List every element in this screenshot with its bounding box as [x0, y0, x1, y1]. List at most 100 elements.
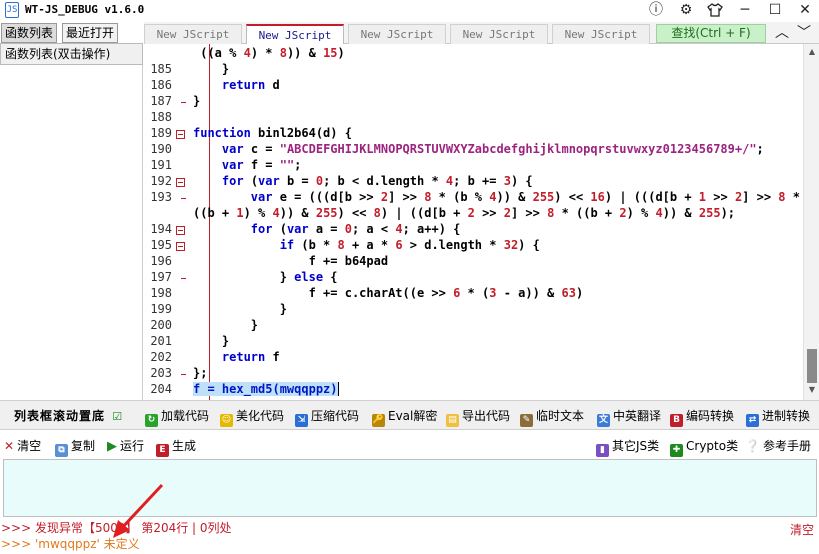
code-line[interactable]: for (var a = 0; a < 4; a++) { — [193, 222, 461, 236]
other-js-button[interactable]: ▮ 其它JS类 — [596, 437, 659, 457]
find-button[interactable]: 查找(Ctrl + F) — [656, 24, 766, 43]
code-line[interactable]: return d — [193, 78, 280, 92]
error-status-line: >>> 发现异常【5009】 第204行 | 0列处 — [1, 521, 232, 535]
editor-tab[interactable]: New JScript — [144, 24, 242, 44]
info-icon[interactable]: ⓘ — [644, 0, 668, 20]
code-line[interactable]: } — [193, 94, 200, 108]
close-button[interactable]: ✕ — [793, 0, 817, 20]
manual-button[interactable]: ❔ 参考手册 — [745, 437, 811, 455]
editor-tab[interactable]: New JScript — [450, 24, 548, 44]
shirt-icon[interactable] — [703, 0, 727, 20]
scroll-down-icon[interactable]: ▼ — [804, 384, 819, 396]
copy-label: 复制 — [71, 439, 96, 453]
code-line[interactable]: var f = ""; — [193, 158, 302, 172]
fold-toggle-icon[interactable] — [176, 178, 185, 187]
load-code-button[interactable]: ↻ 加载代码 — [145, 407, 210, 427]
translate-button[interactable]: 文中英翻译 — [597, 407, 662, 427]
vertical-scrollbar[interactable]: ▲ ▼ — [803, 44, 819, 400]
console-toolbar: ✕ 清空 ⧉ 复制 ▶ 运行 E 生成 ▮ 其它JS类 ✚ Crypto类 ❔ 参考手册 — [0, 431, 819, 459]
beautify-code-button[interactable]: ☺ 美化代码 — [220, 407, 284, 427]
translate-icon: 文 — [597, 414, 610, 427]
editor-tab[interactable]: New JScript — [348, 24, 446, 44]
compress-code-label: 压缩代码 — [311, 409, 360, 423]
temp-text-button[interactable]: ✎ 临时文本 — [520, 407, 584, 427]
highlighted-code-line[interactable]: f = hex_md5(mwqqppz) — [193, 382, 339, 396]
tab-recent-open[interactable]: 最近打开 — [62, 23, 119, 43]
code-line[interactable]: ((b + 1) % 4)) & 255) << 8) | ((d[b + 2 … — [193, 206, 735, 220]
load-code-label: 加载代码 — [161, 409, 210, 423]
editor-tab-active[interactable]: New JScript — [246, 24, 344, 44]
maximize-button[interactable]: ☐ — [763, 0, 787, 20]
code-line[interactable]: if (b * 8 + a * 6 > d.length * 32) { — [193, 238, 540, 252]
code-line[interactable]: ((a % 4) * 8)) & 15) — [193, 46, 345, 60]
fold-end-marker — [181, 278, 186, 279]
beautify-icon: ☺ — [220, 414, 233, 427]
chevron-down-icon[interactable]: ﹀ — [794, 23, 814, 43]
translate-label: 中英翻译 — [613, 409, 662, 423]
code-editor[interactable]: 185 186 187 188 189 190 191 192 193 194 195 196 197 1… — [144, 44, 803, 400]
code-line[interactable]: var e = (((d[b >> 2] >> 8 * (b % 4)) & 2… — [193, 190, 800, 204]
code-line[interactable]: }; — [193, 366, 207, 380]
code-line[interactable]: for (var b = 0; b < d.length * 4; b += 3… — [193, 174, 533, 188]
code-line[interactable]: } — [193, 334, 229, 348]
code-line[interactable]: } else { — [193, 270, 338, 284]
line-number: 189 — [150, 126, 172, 140]
scroll-bottom-label: 列表框滚动置底 — [14, 409, 106, 423]
clear-status-link[interactable]: 清空 — [790, 521, 814, 538]
line-number: 191 — [150, 158, 172, 172]
line-number: 204 — [150, 382, 172, 396]
left-panel-tabs: 函数列表 最近打开 — [0, 23, 144, 43]
editor-tab[interactable]: New JScript — [552, 24, 650, 44]
code-line[interactable]: } — [193, 62, 229, 76]
temp-text-icon: ✎ — [520, 414, 533, 427]
clear-button[interactable]: ✕ 清空 — [4, 437, 41, 455]
code-line[interactable]: return f — [193, 350, 280, 364]
run-icon: ▶ — [107, 439, 117, 454]
fold-toggle-icon[interactable] — [176, 226, 185, 235]
settings-icon[interactable]: ⚙ — [674, 0, 698, 20]
line-number: 196 — [150, 254, 172, 268]
code-line[interactable]: var c = "ABCDEFGHIJKLMNOPQRSTUVWXYZabcde… — [193, 142, 764, 156]
code-line[interactable]: f += b64pad — [193, 254, 388, 268]
scroll-up-icon[interactable]: ▲ — [804, 46, 819, 58]
checkbox-icon[interactable]: ☑ — [112, 410, 123, 423]
scroll-bottom-checkbox[interactable]: 列表框滚动置底 ☑ — [14, 407, 123, 425]
code-line[interactable]: function binl2b64(d) { — [193, 126, 352, 140]
line-number-gutter: 185 186 187 188 189 190 191 192 193 194 195 196 197 1… — [144, 44, 172, 400]
function-list-header: 函数列表(双击操作) — [0, 43, 143, 65]
fold-toggle-icon[interactable] — [176, 130, 185, 139]
code-line[interactable]: f += c.charAt((e >> 6 * (3 - a)) & 63) — [193, 286, 584, 300]
compress-icon: ⇲ — [295, 414, 308, 427]
code-line[interactable]: } — [193, 318, 258, 332]
copy-button[interactable]: ⧉ 复制 — [55, 437, 96, 457]
eval-decrypt-button[interactable]: 🔑 Eval解密 — [372, 407, 437, 427]
code-line[interactable]: } — [193, 302, 287, 316]
minimize-button[interactable]: ─ — [733, 0, 757, 20]
chevron-up-icon[interactable]: ︿ — [772, 23, 792, 43]
function-list[interactable] — [0, 65, 143, 400]
export-code-button[interactable]: ▤ 导出代码 — [446, 407, 510, 427]
line-number: 199 — [150, 302, 172, 316]
radix-convert-button[interactable]: ⇄ 进制转换 — [746, 407, 810, 427]
generate-button[interactable]: E 生成 — [156, 437, 196, 457]
encode-convert-button[interactable]: B 编码转换 — [670, 407, 734, 427]
title-bar: JS WT-JS_DEBUG v1.6.0 ⓘ ⚙ ─ ☐ ✕ — [0, 0, 819, 22]
compress-code-button[interactable]: ⇲ 压缩代码 — [295, 407, 360, 427]
crypto-button[interactable]: ✚ Crypto类 — [670, 437, 739, 457]
crypto-label: Crypto类 — [686, 439, 739, 453]
tab-function-list[interactable]: 函数列表 — [1, 23, 58, 43]
clear-icon: ✕ — [4, 439, 15, 453]
generate-icon: E — [156, 444, 169, 457]
line-number: 185 — [150, 62, 172, 76]
line-number: 193 — [150, 190, 172, 204]
fold-end-marker — [181, 102, 186, 103]
manual-label: 参考手册 — [762, 439, 811, 453]
console-output[interactable] — [3, 459, 817, 517]
line-number: 186 — [150, 78, 172, 92]
run-button[interactable]: ▶ 运行 — [107, 437, 144, 455]
line-number: 188 — [150, 110, 172, 124]
manual-icon: ❔ — [745, 439, 760, 453]
run-label: 运行 — [120, 439, 145, 453]
scrollbar-thumb[interactable] — [807, 349, 817, 383]
fold-toggle-icon[interactable] — [176, 242, 185, 251]
